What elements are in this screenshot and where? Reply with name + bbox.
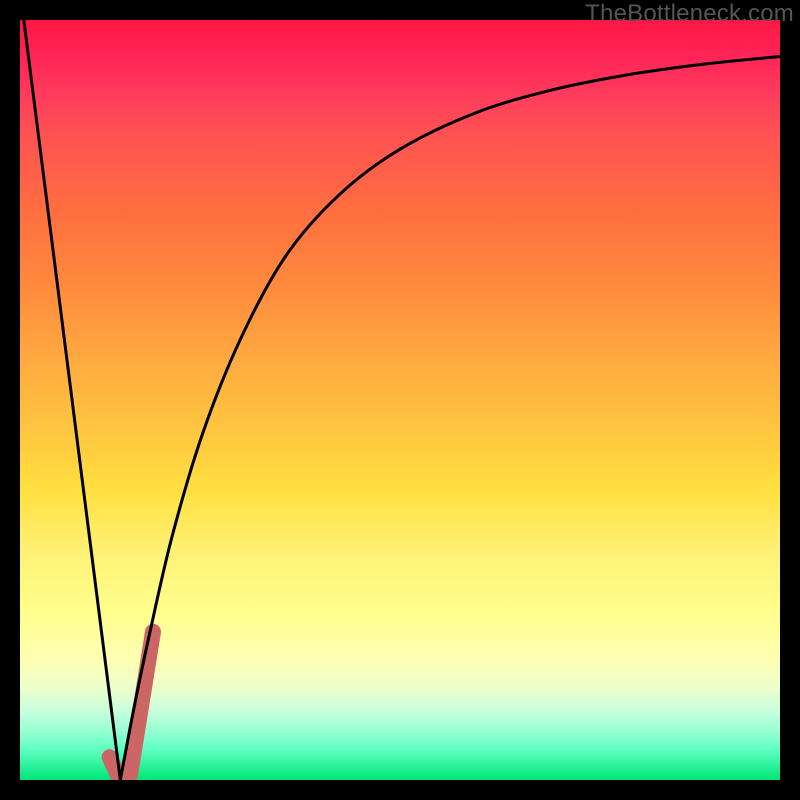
chart-svg [20,20,780,780]
main-curve [120,56,780,780]
chart-container: TheBottleneck.com [0,0,800,800]
watermark-text: TheBottleneck.com [585,0,794,28]
left-line [24,20,121,780]
plot-area [20,20,780,780]
